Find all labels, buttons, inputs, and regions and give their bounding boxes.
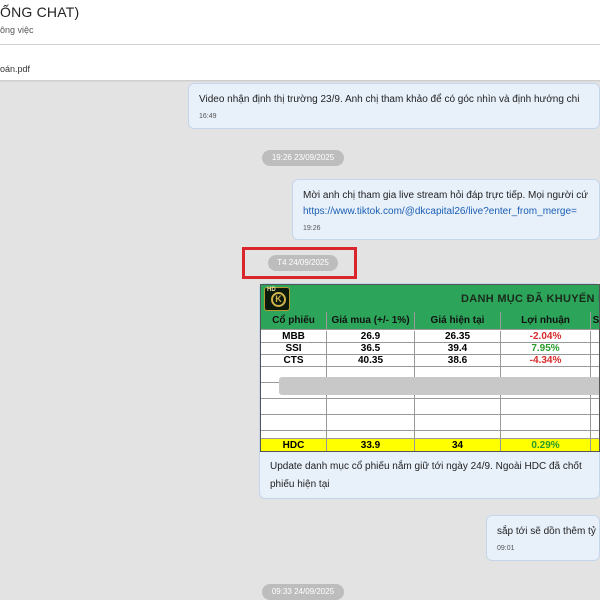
table-cell [591, 415, 599, 430]
column-header: S [591, 312, 599, 329]
table-row: CTS 40.35 38.6 -4.34% [261, 355, 599, 367]
table-cell [261, 399, 327, 414]
table-cell [501, 431, 591, 438]
portfolio-table-image[interactable]: HD K DANH MỤC ĐÃ KHUYẾN NG Cổ phiếu Giá … [260, 284, 600, 452]
message-time: 09:01 [497, 545, 515, 552]
chat-title: ỐNG CHAT) [0, 4, 80, 20]
table-cell [327, 399, 415, 414]
current-price-cell: 38.6 [415, 355, 501, 366]
message-bubble[interactable]: sắp tới sẽ dồn thêm tỷ 09:01 [486, 515, 600, 561]
table-cell [327, 415, 415, 430]
column-header: Giá mua (+/- 1%) [327, 312, 415, 329]
table-cell [591, 431, 599, 438]
buy-price-cell: 26.9 [327, 331, 415, 342]
table-row [261, 415, 599, 431]
highlight-row: HDC 33.9 34 0.29% [261, 439, 599, 451]
table-cell [415, 415, 501, 430]
ticker-cell: SSI [261, 343, 327, 354]
table-cell [501, 399, 591, 414]
column-header: Lợi nhuận [501, 312, 591, 329]
table-cell [261, 431, 327, 438]
message-bubble[interactable]: Mời anh chị tham gia live stream hỏi đáp… [292, 179, 600, 240]
table-cell [591, 355, 599, 366]
table-cell [591, 343, 599, 354]
message-time: 16:49 [199, 113, 217, 120]
message-text: phiếu hiện tại [270, 479, 330, 490]
current-price-cell: 39.4 [415, 343, 501, 354]
current-price-cell: 26.35 [415, 331, 501, 342]
ticker-cell: MBB [261, 331, 327, 342]
table-row [261, 399, 599, 415]
column-header: Giá hiện tại [415, 312, 501, 329]
message-text: sắp tới sẽ dồn thêm tỷ [497, 526, 596, 537]
buy-price-cell: 33.9 [327, 439, 415, 451]
ticker-cell: CTS [261, 355, 327, 366]
table-cell [261, 415, 327, 430]
profit-cell: -2.04% [501, 331, 591, 342]
table-row [261, 431, 599, 439]
date-separator: 19:26 23/09/2025 [262, 150, 344, 166]
column-header: Cổ phiếu [261, 312, 327, 329]
message-time: 19:26 [303, 225, 321, 232]
profit-cell: -4.34% [501, 355, 591, 366]
date-separator: 09:33 24/09/2025 [262, 584, 344, 600]
table-row: SSI 36.5 39.4 7.95% [261, 343, 599, 355]
table-header-row: Cổ phiếu Giá mua (+/- 1%) Giá hiện tại L… [261, 312, 599, 330]
table-row: MBB 26.9 26.35 -2.04% [261, 331, 599, 343]
table-banner: HD K DANH MỤC ĐÃ KHUYẾN NG [261, 285, 600, 312]
message-text: Video nhận định thị trường 23/9. Anh chị… [199, 94, 580, 105]
table-cell [327, 431, 415, 438]
buy-price-cell: 36.5 [327, 343, 415, 354]
profit-cell: 7.95% [501, 343, 591, 354]
ticker-cell: HDC [261, 439, 327, 451]
message-text: Update danh mục cổ phiếu nắm giữ tới ngà… [270, 461, 582, 472]
table-cell [415, 431, 501, 438]
buy-price-cell: 40.35 [327, 355, 415, 366]
redaction-bar [279, 377, 599, 395]
chat-header: ỐNG CHAT) ông việc [0, 0, 600, 45]
message-text: Mời anh chị tham gia live stream hỏi đáp… [303, 190, 588, 201]
highlight-annotation-box [242, 247, 357, 279]
attachment-filename[interactable]: oán.pdf [0, 64, 30, 74]
table-title: DANH MỤC ĐÃ KHUYẾN NG [461, 293, 600, 305]
message-link[interactable]: https://www.tiktok.com/@dkcapital26/live… [303, 206, 577, 217]
message-bubble[interactable]: Video nhận định thị trường 23/9. Anh chị… [188, 83, 600, 129]
pinned-attachment-bar[interactable]: oán.pdf [0, 45, 600, 81]
company-logo: HD K [264, 287, 290, 311]
table-cell [591, 399, 599, 414]
table-cell [591, 439, 599, 451]
table-cell [591, 331, 599, 342]
table-cell [415, 399, 501, 414]
current-price-cell: 34 [415, 439, 501, 451]
table-cell [501, 415, 591, 430]
profit-cell: 0.29% [501, 439, 591, 451]
chat-subtitle: ông việc [0, 25, 34, 35]
logo-letter: K [271, 292, 286, 307]
